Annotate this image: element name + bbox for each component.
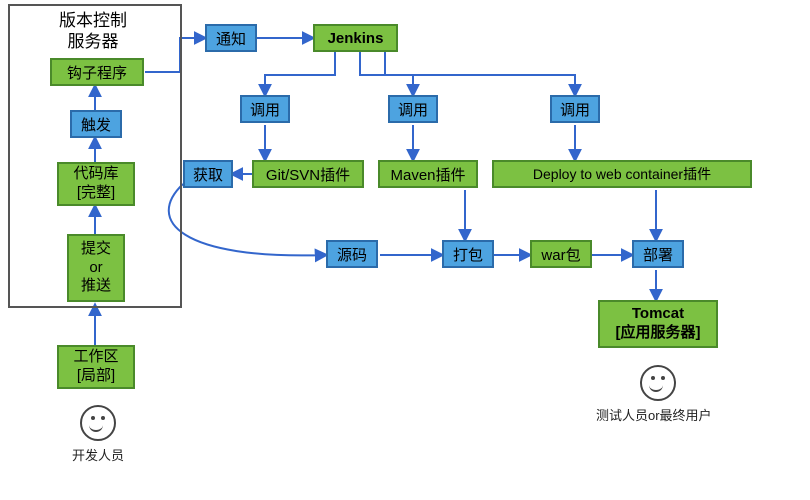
vcs-frame-title: 版本控制 服务器 xyxy=(48,10,138,53)
fetch: 获取 xyxy=(183,160,233,188)
tester-label: 测试人员or最终用户 xyxy=(596,405,712,424)
war: war包 xyxy=(530,240,592,268)
maven-plugin: Maven插件 xyxy=(378,160,478,188)
trigger: 触发 xyxy=(70,110,122,138)
tester-face-icon xyxy=(640,365,676,401)
source: 源码 xyxy=(326,240,378,268)
deploy-plugin: Deploy to web container插件 xyxy=(492,160,752,188)
invoke-a: 调用 xyxy=(240,95,290,123)
package: 打包 xyxy=(442,240,494,268)
repo: 代码库[完整] xyxy=(57,162,135,206)
gitsvn-plugin: Git/SVN插件 xyxy=(252,160,364,188)
invoke-c: 调用 xyxy=(550,95,600,123)
jenkins: Jenkins xyxy=(313,24,398,52)
notify: 通知 xyxy=(205,24,257,52)
diagram-canvas: 版本控制 服务器 钩子程序 触发 代码库[完整] 提交or推送 工作区[局部] … xyxy=(0,0,810,500)
commit-push: 提交or推送 xyxy=(67,234,125,302)
tomcat: Tomcat[应用服务器] xyxy=(598,300,718,348)
deploy-step: 部署 xyxy=(632,240,684,268)
dev-label: 开发人员 xyxy=(72,445,124,464)
invoke-b: 调用 xyxy=(388,95,438,123)
hook-program: 钩子程序 xyxy=(50,58,144,86)
workspace: 工作区[局部] xyxy=(57,345,135,389)
dev-face-icon xyxy=(80,405,116,441)
